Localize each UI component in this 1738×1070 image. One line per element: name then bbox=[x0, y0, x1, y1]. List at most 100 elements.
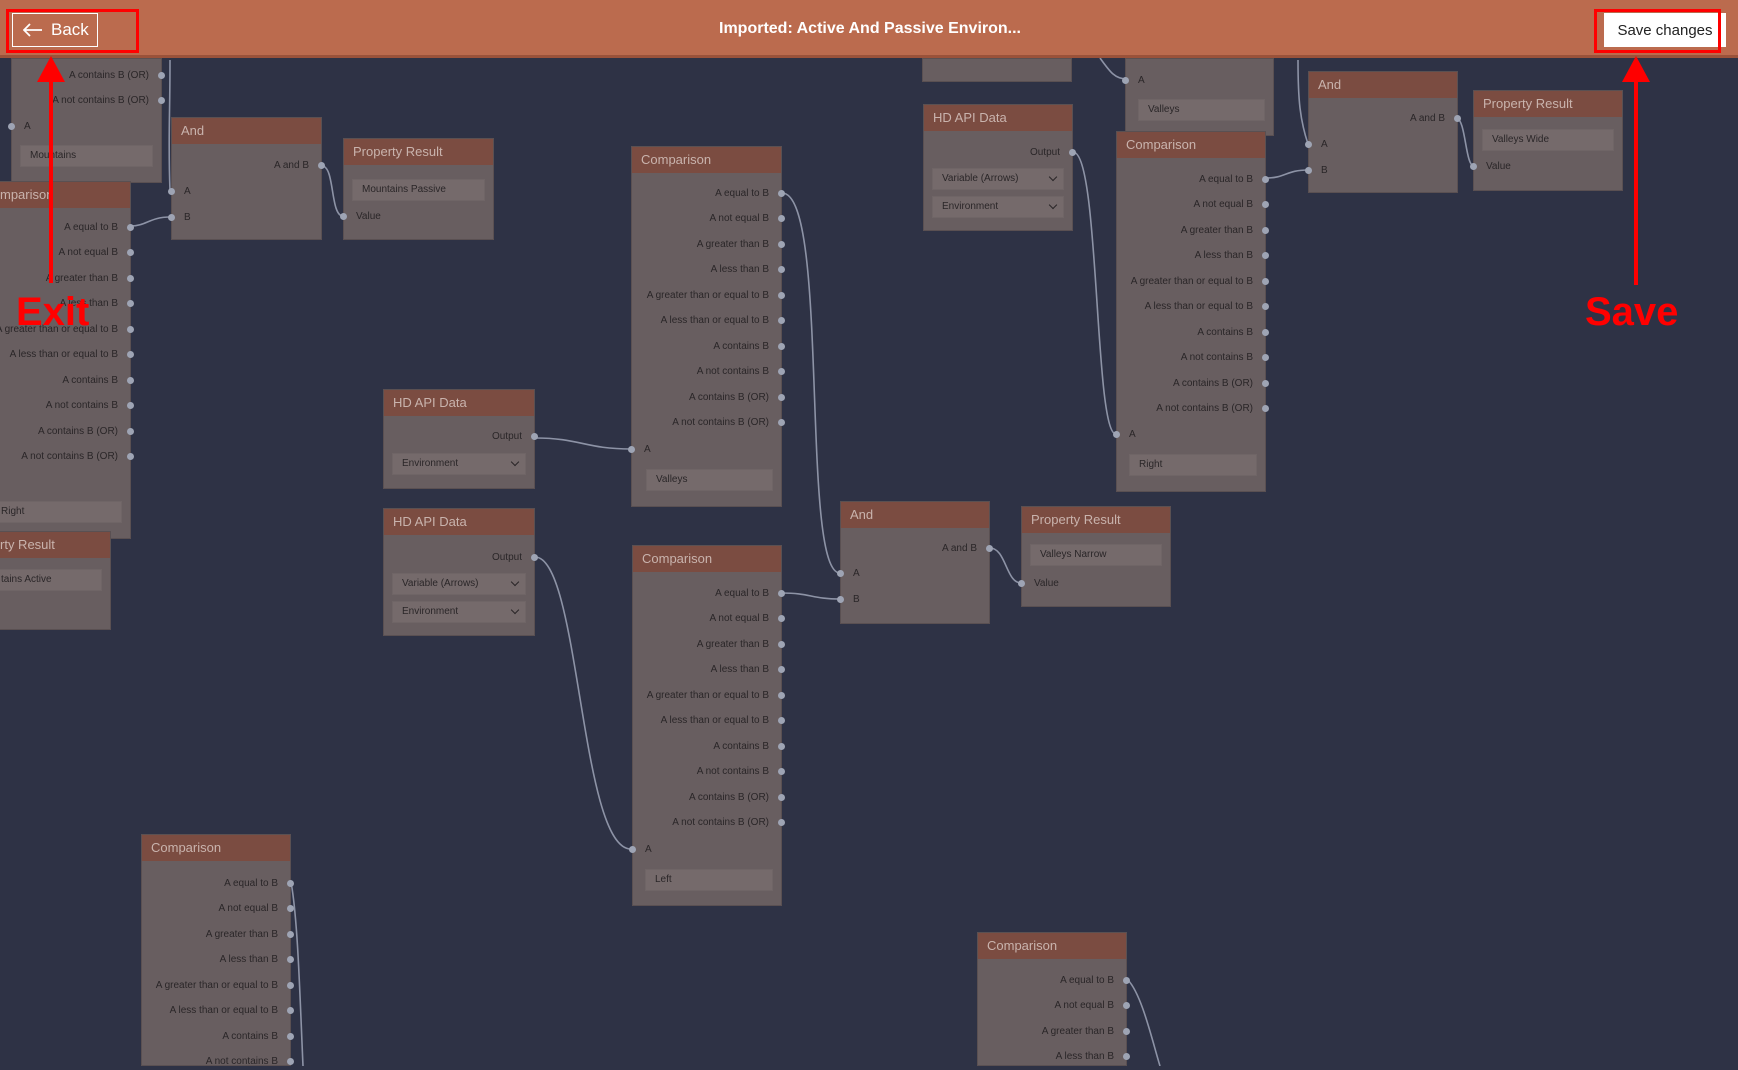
output-port[interactable] bbox=[778, 641, 785, 648]
value-input[interactable]: Valleys bbox=[1138, 99, 1265, 121]
output-port[interactable] bbox=[986, 545, 993, 552]
output-port[interactable] bbox=[778, 819, 785, 826]
comparison-node-valleys[interactable]: Comparison A equal to B A not equal B A … bbox=[628, 146, 785, 507]
environment-select[interactable]: Environment bbox=[392, 601, 526, 623]
variable-select[interactable]: Variable (Arrows) bbox=[392, 573, 526, 595]
comparison-node-valleys-top-partial[interactable]: A Valleys bbox=[1122, 58, 1274, 136]
output-port[interactable] bbox=[778, 190, 785, 197]
hd-api-data-node-variable[interactable]: HD API Data Output Variable (Arrows) Env… bbox=[383, 508, 538, 636]
output-port[interactable] bbox=[1262, 329, 1269, 336]
value-input[interactable]: Valleys Wide bbox=[1482, 129, 1614, 151]
input-port[interactable] bbox=[8, 123, 15, 130]
input-port[interactable] bbox=[340, 213, 347, 220]
output-port[interactable] bbox=[778, 368, 785, 375]
output-port[interactable] bbox=[1123, 977, 1130, 984]
output-port[interactable] bbox=[778, 292, 785, 299]
output-port[interactable] bbox=[778, 343, 785, 350]
output-port[interactable] bbox=[127, 351, 134, 358]
value-input[interactable]: Left bbox=[645, 869, 773, 891]
comparison-node-left[interactable]: mparison A equal to B A not equal B A gr… bbox=[0, 181, 134, 539]
output-port[interactable] bbox=[778, 590, 785, 597]
output-port[interactable] bbox=[1454, 115, 1461, 122]
output-port[interactable] bbox=[1262, 380, 1269, 387]
variable-select[interactable]: Variable (Arrows) bbox=[932, 168, 1064, 190]
value-input[interactable]: Right bbox=[0, 501, 122, 523]
input-port[interactable] bbox=[837, 596, 844, 603]
output-port[interactable] bbox=[1123, 1053, 1130, 1060]
comparison-node-mountains[interactable]: A contains B (OR) A not contains B (OR) … bbox=[8, 58, 165, 183]
property-result-node-mountains-active[interactable]: rty Result tains Active bbox=[0, 531, 111, 630]
property-result-node-mountains-passive[interactable]: Property Result Mountains Passive Value bbox=[340, 138, 494, 240]
output-port[interactable] bbox=[127, 224, 134, 231]
input-port[interactable] bbox=[168, 188, 175, 195]
output-port[interactable] bbox=[127, 326, 134, 333]
environment-select[interactable]: Environment bbox=[392, 453, 526, 475]
and-node-mountains[interactable]: And A and B A B bbox=[168, 117, 325, 240]
output-port[interactable] bbox=[287, 1033, 294, 1040]
output-port[interactable] bbox=[778, 215, 785, 222]
output-port[interactable] bbox=[778, 241, 785, 248]
input-port[interactable] bbox=[629, 846, 636, 853]
value-input[interactable]: Valleys Narrow bbox=[1030, 544, 1162, 566]
output-port[interactable] bbox=[1262, 176, 1269, 183]
output-port[interactable] bbox=[778, 794, 785, 801]
comparison-node-right[interactable]: Comparison A equal to B A not equal B A … bbox=[1113, 131, 1269, 492]
input-port[interactable] bbox=[1305, 141, 1312, 148]
output-port[interactable] bbox=[1262, 278, 1269, 285]
output-port[interactable] bbox=[778, 266, 785, 273]
value-input[interactable]: Right bbox=[1129, 454, 1257, 476]
output-port[interactable] bbox=[287, 1007, 294, 1014]
output-port[interactable] bbox=[1262, 227, 1269, 234]
output-port[interactable] bbox=[127, 402, 134, 409]
output-port[interactable] bbox=[531, 554, 538, 561]
hd-api-data-node-top[interactable]: HD API Data Output Variable (Arrows) Env… bbox=[923, 104, 1076, 231]
property-result-node-valleys-wide[interactable]: Property Result Valleys Wide Value bbox=[1470, 90, 1623, 191]
output-port[interactable] bbox=[778, 419, 785, 426]
output-port[interactable] bbox=[1123, 1028, 1130, 1035]
input-port[interactable] bbox=[1122, 77, 1129, 84]
output-port[interactable] bbox=[1262, 201, 1269, 208]
output-port[interactable] bbox=[1069, 149, 1076, 156]
output-port[interactable] bbox=[1123, 1002, 1130, 1009]
input-port[interactable] bbox=[628, 446, 635, 453]
output-port[interactable] bbox=[778, 394, 785, 401]
output-port[interactable] bbox=[778, 768, 785, 775]
comparison-node-bottom-left[interactable]: Comparison A equal to B A not equal B A … bbox=[141, 834, 294, 1067]
output-port[interactable] bbox=[287, 1058, 294, 1065]
comparison-node-left-direction[interactable]: Comparison A equal to B A not equal B A … bbox=[629, 545, 785, 906]
output-port[interactable] bbox=[778, 717, 785, 724]
output-port[interactable] bbox=[127, 249, 134, 256]
output-port[interactable] bbox=[778, 615, 785, 622]
output-port[interactable] bbox=[287, 880, 294, 887]
output-port[interactable] bbox=[287, 956, 294, 963]
input-port[interactable] bbox=[837, 570, 844, 577]
value-input[interactable]: tains Active bbox=[0, 569, 102, 591]
value-input[interactable]: Valleys bbox=[646, 469, 773, 491]
value-input[interactable]: Mountains Passive bbox=[352, 179, 485, 201]
output-port[interactable] bbox=[778, 743, 785, 750]
output-port[interactable] bbox=[127, 377, 134, 384]
input-port[interactable] bbox=[1305, 167, 1312, 174]
input-port[interactable] bbox=[1470, 163, 1477, 170]
and-node-valleys-wide[interactable]: And A and B A B bbox=[1305, 71, 1461, 193]
input-port[interactable] bbox=[1018, 580, 1025, 587]
value-input[interactable]: Mountains bbox=[20, 145, 153, 167]
output-port[interactable] bbox=[127, 300, 134, 307]
output-port[interactable] bbox=[287, 982, 294, 989]
input-port[interactable] bbox=[1113, 431, 1120, 438]
output-port[interactable] bbox=[158, 97, 165, 104]
output-port[interactable] bbox=[318, 162, 325, 169]
output-port[interactable] bbox=[127, 428, 134, 435]
output-port[interactable] bbox=[287, 905, 294, 912]
output-port[interactable] bbox=[287, 931, 294, 938]
output-port[interactable] bbox=[1262, 405, 1269, 412]
output-port[interactable] bbox=[1262, 354, 1269, 361]
hd-api-data-node-environment[interactable]: HD API Data Output Environment bbox=[383, 389, 538, 489]
hd-api-data-node-top-partial[interactable] bbox=[922, 58, 1072, 82]
output-port[interactable] bbox=[1262, 252, 1269, 259]
comparison-node-bottom-right[interactable]: Comparison A equal to B A not equal B A … bbox=[977, 932, 1130, 1066]
and-node-valleys[interactable]: And A and B A B bbox=[837, 501, 993, 624]
output-port[interactable] bbox=[158, 72, 165, 79]
output-port[interactable] bbox=[531, 433, 538, 440]
output-port[interactable] bbox=[1262, 303, 1269, 310]
